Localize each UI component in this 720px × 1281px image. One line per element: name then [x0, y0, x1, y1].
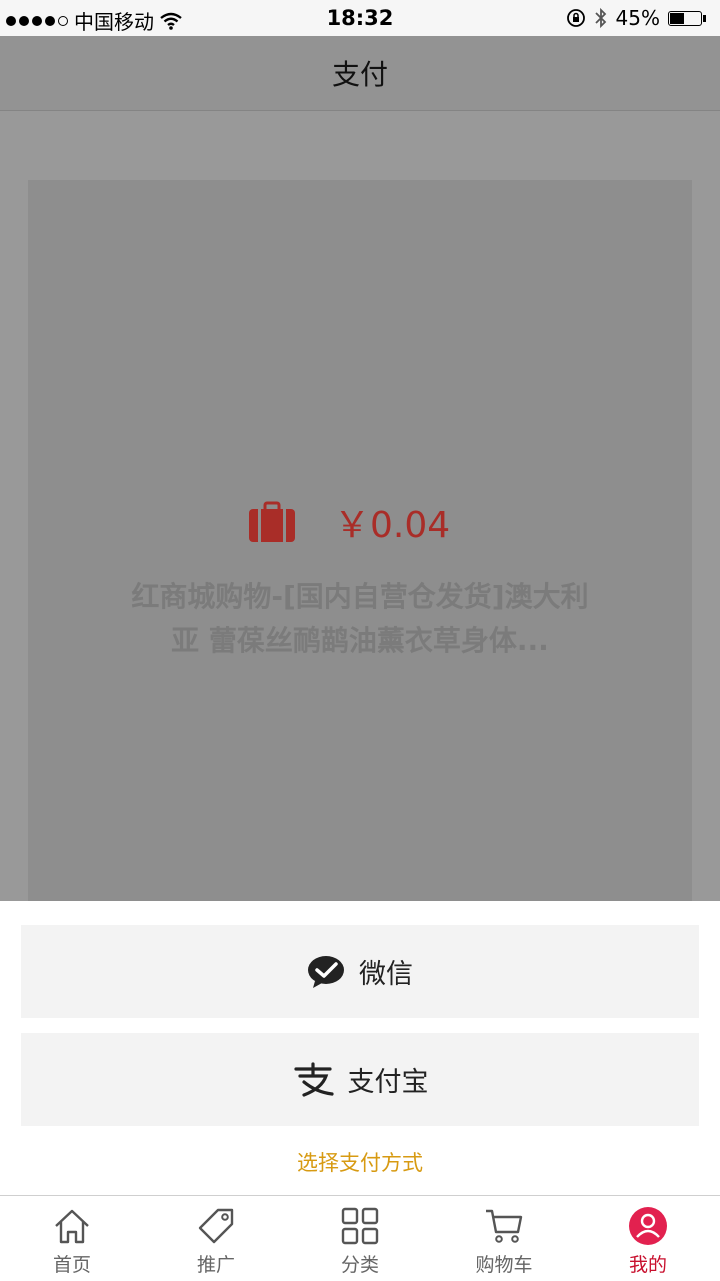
- tag-icon: [198, 1208, 234, 1244]
- bluetooth-icon: [594, 7, 606, 29]
- payment-sheet: 微信 支付宝 选择支付方式: [0, 901, 720, 1195]
- cart-icon: [486, 1209, 523, 1243]
- price-label: ￥0.04: [334, 505, 451, 546]
- choose-payment-label: 选择支付方式: [297, 1151, 423, 1175]
- tab-mine-label: 我的: [628, 1254, 667, 1276]
- product-card: ￥0.04 红商城购物-[国内自营仓发货]澳大利亚 蕾葆丝鸸鹋油薰衣草身体...: [28, 180, 692, 920]
- wechat-pay-icon: [308, 955, 344, 988]
- briefcase-icon: [249, 501, 295, 542]
- tab-cart[interactable]: 购物车: [432, 1196, 576, 1281]
- product-title: 红商城购物-[国内自营仓发货]澳大利亚 蕾葆丝鸸鹋油薰衣草身体...: [131, 580, 589, 657]
- alipay-icon: [293, 1061, 334, 1097]
- status-bar: 中国移动 18:32 45%: [0, 0, 720, 36]
- tab-home-label: 首页: [52, 1254, 91, 1276]
- battery-fill: [670, 12, 685, 24]
- status-right: 45%: [566, 6, 706, 30]
- tab-promote-label: 推广: [196, 1254, 235, 1276]
- tab-bar: 首页 推广 分类 购物车 我的: [0, 1195, 720, 1281]
- alipay-button[interactable]: 支付宝: [21, 1033, 699, 1126]
- user-icon: [629, 1207, 667, 1245]
- wechat-pay-button[interactable]: 微信: [21, 925, 699, 1018]
- tab-home[interactable]: 首页: [0, 1196, 144, 1281]
- grid-icon: [341, 1207, 379, 1245]
- tab-cart-label: 购物车: [475, 1254, 533, 1276]
- page-header: 支付: [0, 36, 720, 111]
- home-icon: [55, 1209, 89, 1244]
- tab-promote[interactable]: 推广: [144, 1196, 288, 1281]
- tab-category-label: 分类: [340, 1254, 379, 1276]
- tab-category[interactable]: 分类: [288, 1196, 432, 1281]
- battery-percent: 45%: [615, 6, 660, 30]
- tab-mine[interactable]: 我的: [576, 1196, 720, 1281]
- wechat-pay-label: 微信: [359, 959, 413, 990]
- battery-icon: [668, 10, 702, 26]
- page-title: 支付: [331, 58, 388, 91]
- alipay-label: 支付宝: [347, 1067, 429, 1098]
- rotation-lock-icon: [566, 9, 585, 27]
- price-row: ￥0.04: [248, 496, 450, 548]
